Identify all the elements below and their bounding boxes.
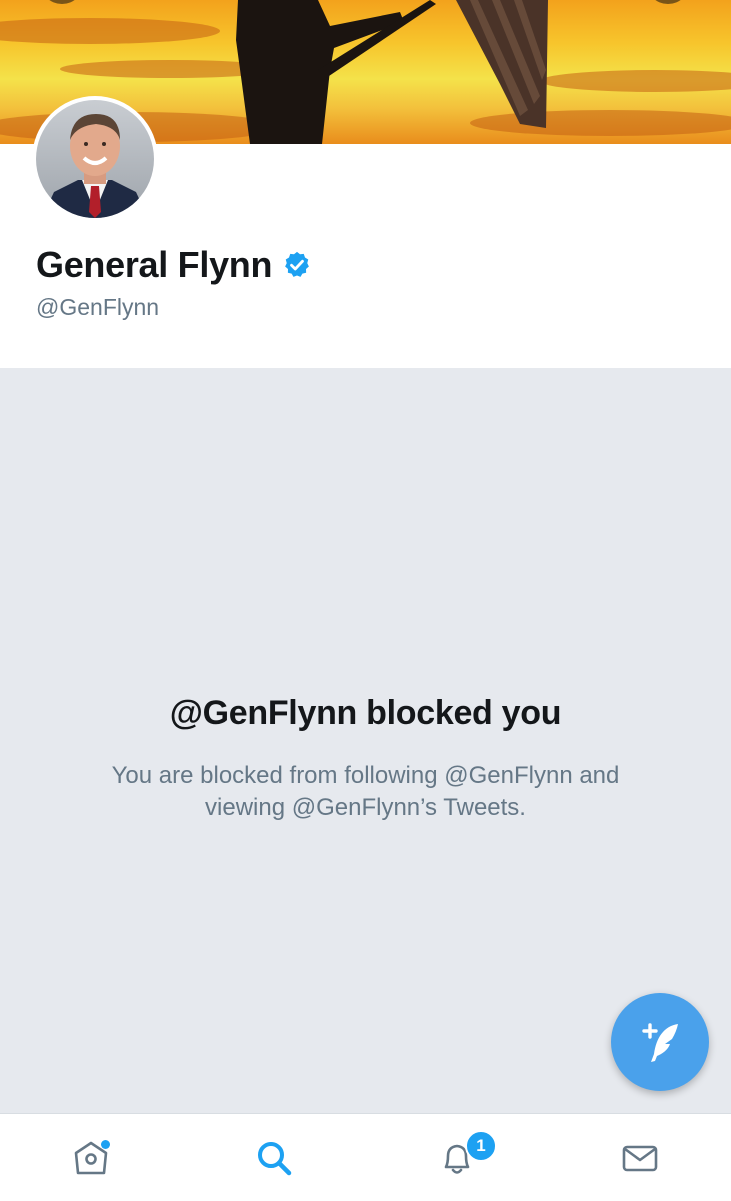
search-icon <box>258 1141 292 1175</box>
tab-search[interactable] <box>183 1114 365 1201</box>
blocked-message-panel: @GenFlynn blocked you You are blocked fr… <box>0 368 731 1114</box>
tab-messages[interactable] <box>549 1114 731 1201</box>
messages-icon <box>622 1145 658 1171</box>
blocked-description: You are blocked from following @GenFlynn… <box>111 762 620 821</box>
verified-badge-icon <box>285 251 310 277</box>
avatar-photo <box>36 100 154 218</box>
bottom-tab-bar: 1 <box>0 1113 731 1201</box>
compose-tweet-button[interactable] <box>611 993 709 1091</box>
tab-notifications[interactable]: 1 <box>366 1114 548 1201</box>
profile-display-name: General Flynn <box>36 244 273 285</box>
notifications-count-badge: 1 <box>465 1130 497 1162</box>
blocked-title: @GenFlynn blocked you <box>169 694 562 732</box>
tab-home[interactable] <box>0 1114 182 1201</box>
profile-handle: @GenFlynn <box>36 294 160 320</box>
profile-avatar[interactable] <box>32 96 158 222</box>
home-new-indicator <box>101 1140 110 1149</box>
profile-name-row: General Flynn <box>36 244 312 286</box>
compose-tweet-icon <box>642 1023 678 1062</box>
